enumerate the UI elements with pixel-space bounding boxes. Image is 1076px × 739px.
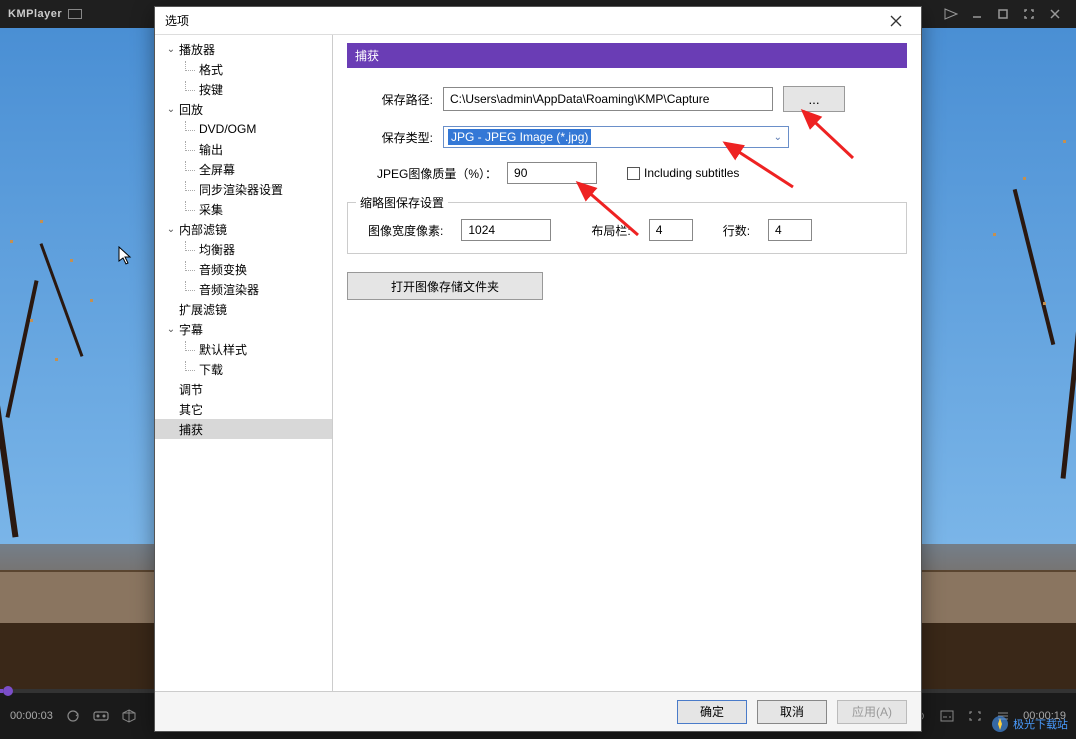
image-width-input[interactable] bbox=[461, 219, 551, 241]
jpeg-quality-label: JPEG图像质量（%）： bbox=[377, 165, 497, 182]
browse-button[interactable]: ... bbox=[783, 86, 845, 112]
tree-node-output[interactable]: 输出 bbox=[155, 139, 332, 159]
dialog-title: 选项 bbox=[165, 12, 881, 29]
image-width-label: 图像宽度像素: bbox=[368, 222, 443, 239]
watermark-text: 极光下载站 bbox=[1013, 716, 1068, 732]
app-logo-text: KMPlayer bbox=[8, 8, 62, 20]
chevron-down-icon: ⌄ bbox=[165, 104, 177, 115]
fullscreen-button[interactable] bbox=[1016, 4, 1042, 24]
tree-node-audio-renderer[interactable]: 音频渲染器 bbox=[155, 279, 332, 299]
apply-button[interactable]: 应用(A) bbox=[837, 700, 907, 724]
save-path-input[interactable] bbox=[443, 87, 773, 111]
thumbnail-fieldset: 缩略图保存设置 图像宽度像素: 布局栏: 行数: bbox=[347, 202, 907, 254]
panel-header: 捕获 bbox=[347, 43, 907, 68]
subtitle-icon[interactable] bbox=[939, 708, 955, 724]
tree-node-fullscreen[interactable]: 全屏幕 bbox=[155, 159, 332, 179]
tree-node-ext-filter[interactable]: 扩展滤镜 bbox=[155, 299, 332, 319]
chevron-down-icon: ⌄ bbox=[774, 132, 782, 143]
tree-node-audio-transform[interactable]: 音频变换 bbox=[155, 259, 332, 279]
dialog-close-button[interactable] bbox=[881, 11, 911, 31]
expand-icon[interactable] bbox=[967, 708, 983, 724]
open-folder-button[interactable]: 打开图像存储文件夹 bbox=[347, 272, 543, 300]
layout-col-label: 布局栏: bbox=[591, 222, 630, 239]
cube-icon[interactable] bbox=[121, 708, 137, 724]
mouse-cursor-icon bbox=[118, 246, 134, 266]
include-subtitles-label: Including subtitles bbox=[644, 166, 739, 180]
tree-node-internal-filter[interactable]: ⌄ 内部滤镜 bbox=[155, 219, 332, 239]
rows-input[interactable] bbox=[768, 219, 812, 241]
maximize-button[interactable] bbox=[990, 4, 1016, 24]
tree-node-capture-src[interactable]: 采集 bbox=[155, 199, 332, 219]
ok-button[interactable]: 确定 bbox=[677, 700, 747, 724]
rotate-icon[interactable] bbox=[65, 708, 81, 724]
rows-label: 行数: bbox=[723, 222, 750, 239]
app-logo-icon bbox=[68, 9, 82, 19]
tree-node-capture[interactable]: 捕获 bbox=[155, 419, 332, 439]
jpeg-quality-input[interactable] bbox=[507, 162, 597, 184]
save-type-value: JPG - JPEG Image (*.jpg) bbox=[448, 129, 591, 145]
tree-node-subtitles[interactable]: ⌄ 字幕 bbox=[155, 319, 332, 339]
chevron-down-icon: ⌄ bbox=[165, 324, 177, 335]
tree-node-dvd[interactable]: DVD/OGM bbox=[155, 119, 332, 139]
save-type-select[interactable]: JPG - JPEG Image (*.jpg) ⌄ bbox=[443, 126, 789, 148]
save-type-label: 保存类型: bbox=[347, 129, 433, 146]
capture-settings-panel: 捕获 保存路径: ... 保存类型: JPG - JPEG Image (*.j… bbox=[333, 35, 921, 691]
layout-col-input[interactable] bbox=[649, 219, 693, 241]
dialog-titlebar: 选项 bbox=[155, 7, 921, 35]
watermark: 极光下载站 bbox=[991, 715, 1068, 733]
save-path-label: 保存路径: bbox=[347, 91, 433, 108]
vr-icon[interactable] bbox=[93, 708, 109, 724]
tree-node-download[interactable]: 下载 bbox=[155, 359, 332, 379]
tree-node-equalizer[interactable]: 均衡器 bbox=[155, 239, 332, 259]
cancel-button[interactable]: 取消 bbox=[757, 700, 827, 724]
options-sidebar: ⌄ 播放器 格式 按键 ⌄ 回放 DVD/OGM 输出 全屏幕 同步渲染器设置 … bbox=[155, 35, 333, 691]
tree-node-format[interactable]: 格式 bbox=[155, 59, 332, 79]
tree-node-keys[interactable]: 按键 bbox=[155, 79, 332, 99]
thumbnail-legend: 缩略图保存设置 bbox=[356, 194, 448, 211]
cast-icon[interactable] bbox=[938, 4, 964, 24]
dialog-footer: 确定 取消 应用(A) bbox=[155, 691, 921, 731]
minimize-button[interactable] bbox=[964, 4, 990, 24]
chevron-down-icon: ⌄ bbox=[165, 224, 177, 235]
chevron-down-icon: ⌄ bbox=[165, 44, 177, 55]
tree-node-syncrender[interactable]: 同步渲染器设置 bbox=[155, 179, 332, 199]
tree-node-player[interactable]: ⌄ 播放器 bbox=[155, 39, 332, 59]
tree-node-adjust[interactable]: 调节 bbox=[155, 379, 332, 399]
include-subtitles-checkbox[interactable]: Including subtitles bbox=[627, 166, 739, 180]
tree-node-playback[interactable]: ⌄ 回放 bbox=[155, 99, 332, 119]
tree-node-other[interactable]: 其它 bbox=[155, 399, 332, 419]
checkbox-icon bbox=[627, 167, 640, 180]
current-time: 00:00:03 bbox=[10, 710, 53, 722]
tree-node-default-style[interactable]: 默认样式 bbox=[155, 339, 332, 359]
options-dialog: 选项 ⌄ 播放器 格式 按键 ⌄ 回放 DVD/OGM 输出 全屏幕 同步渲染器… bbox=[154, 6, 922, 732]
close-window-button[interactable] bbox=[1042, 4, 1068, 24]
